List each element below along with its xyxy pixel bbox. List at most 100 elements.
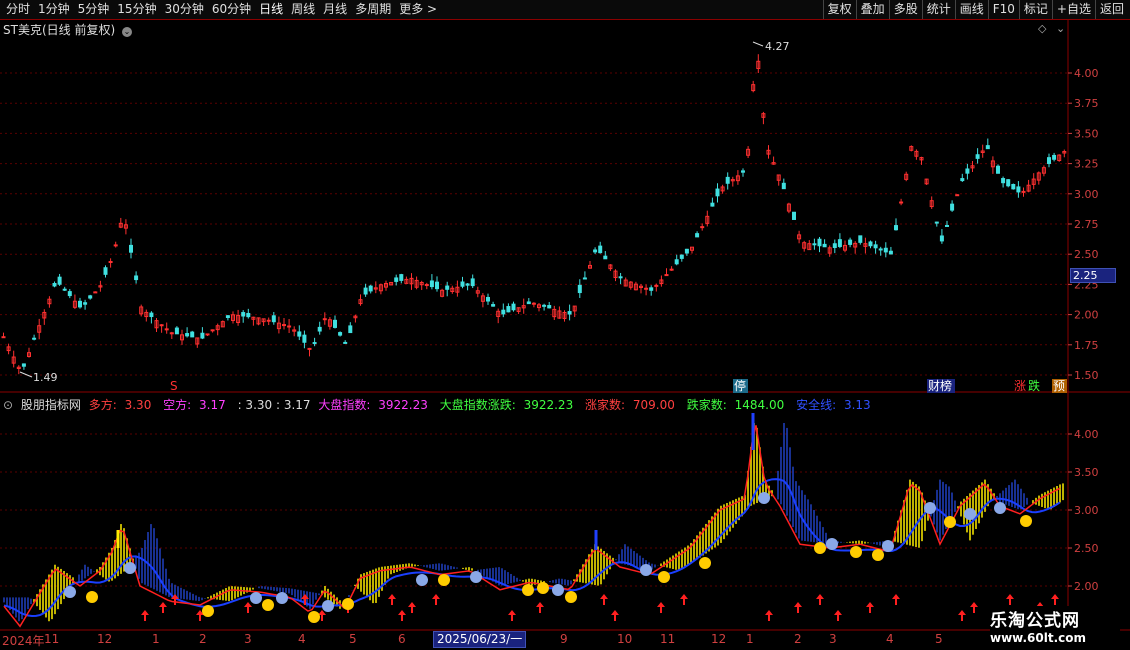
candle-body [287, 325, 292, 328]
candle-body [129, 244, 133, 253]
sad-face-icon-1 [124, 562, 136, 574]
indicator-icon[interactable]: ⊙ [3, 398, 13, 412]
ind-y-label-4: 2.00 [1074, 580, 1099, 593]
candle-body [174, 327, 179, 335]
date-label-17: 5 [935, 632, 943, 646]
smiley-icon-4 [342, 598, 354, 610]
sad-face-icon-3 [276, 592, 288, 604]
candle-body [62, 288, 67, 291]
candle-body [1052, 154, 1057, 160]
candle-body [52, 282, 57, 287]
sad-face-icon-2 [250, 592, 262, 604]
buy-arrow-0 [141, 610, 149, 621]
candle-body [547, 305, 552, 309]
ind-y-label-2: 3.00 [1074, 504, 1099, 517]
candle-body [985, 145, 990, 150]
date-label-6: 4 [298, 632, 306, 646]
dapan-zd-value: 3922.23 [523, 398, 574, 412]
kongfang-label: 空方: [163, 398, 192, 412]
candle-body [159, 324, 164, 327]
candle-body [888, 250, 893, 255]
buy-arrow-18 [765, 610, 773, 621]
buy-arrow-14 [600, 594, 608, 605]
candle-body [164, 328, 169, 331]
candle-body [445, 285, 450, 290]
candle-body [338, 332, 343, 336]
marker-s: S [170, 379, 178, 393]
candle-body [679, 254, 684, 259]
ind-y-label-1: 3.50 [1074, 466, 1099, 479]
buy-arrow-10 [408, 602, 416, 613]
candle-body [348, 325, 353, 334]
candle-body [266, 319, 271, 322]
candle-body [460, 281, 465, 287]
buy-arrow-15 [611, 610, 619, 621]
candle-body [945, 224, 949, 227]
date-label-15: 3 [829, 632, 837, 646]
candle-body [205, 333, 210, 336]
dapan: 大盘指数: 3922.23 [318, 398, 432, 412]
smiley-icon-1 [202, 605, 214, 617]
candle-body [526, 301, 531, 305]
marker-yu: 预 [1053, 379, 1065, 393]
date-label-7: 5 [349, 632, 357, 646]
candle-body [210, 329, 215, 332]
y-tick-label-9: 1.75 [1074, 339, 1099, 352]
buy-arrow-1 [159, 602, 167, 613]
buy-arrow-22 [866, 602, 874, 613]
low-label: 1.49 [33, 371, 58, 384]
date-label-14: 2 [794, 632, 802, 646]
candle-body [644, 287, 649, 290]
candle-body [343, 341, 348, 344]
smiley-icon-8 [565, 591, 577, 603]
candle-body [939, 235, 944, 242]
date-label-3: 1 [152, 632, 160, 646]
date-label-1: 11 [44, 632, 60, 646]
kline-chart[interactable]: 4.00 3.75 3.50 3.25 3.00 2.75 2.50 2.25 2.00 1.75… [0, 0, 1130, 650]
safe-line-value: 3.13 [843, 398, 871, 412]
candle-body [491, 304, 496, 307]
candle-body [108, 260, 113, 263]
candle-body [837, 239, 842, 247]
candle-body [792, 211, 796, 220]
date-label-9: 9 [560, 632, 568, 646]
candle-body [83, 302, 88, 305]
sad-face-icon-4 [322, 600, 334, 612]
candle-body [429, 280, 434, 288]
date-label-13: 1 [746, 632, 754, 646]
candle-body [424, 284, 429, 287]
candle-body [103, 267, 108, 275]
smiley-icon-11 [814, 542, 826, 554]
candle-body [725, 176, 730, 184]
candle-body [934, 221, 939, 224]
ind-y-label-3: 2.50 [1074, 542, 1099, 555]
candle-body [878, 248, 883, 251]
smiley-icon-0 [86, 591, 98, 603]
candle-body [32, 337, 37, 340]
buy-arrow-19 [794, 602, 802, 613]
candle-body [88, 295, 93, 299]
candle-body [185, 333, 190, 337]
date-label-2: 12 [97, 632, 113, 646]
candle-body [715, 188, 720, 197]
candle-body [812, 243, 817, 246]
candle-body [225, 315, 230, 318]
candle-body [368, 285, 373, 292]
smiley-icon-5 [438, 574, 450, 586]
high-pointer [752, 41, 764, 47]
y-tick-label-0: 4.00 [1074, 67, 1099, 80]
dapan-zd-label: 大盘指数涨跌: [439, 398, 516, 412]
smiley-icon-9 [658, 571, 670, 583]
candle-body [567, 311, 572, 315]
buy-arrow-26 [1006, 594, 1014, 605]
buy-arrow-13 [536, 602, 544, 613]
cursor-date: 2025/06/23/一 [433, 631, 527, 648]
sad-face-icon-8 [640, 564, 652, 576]
buy-arrow-4 [244, 602, 252, 613]
y-tick-label-3: 3.25 [1074, 158, 1099, 171]
candle-body [531, 302, 536, 305]
watermark-title: 乐淘公式网 [990, 611, 1080, 631]
date-label-12: 12 [711, 632, 727, 646]
candle-body [822, 243, 827, 248]
safe-line: 安全线: 3.13 [796, 398, 875, 412]
